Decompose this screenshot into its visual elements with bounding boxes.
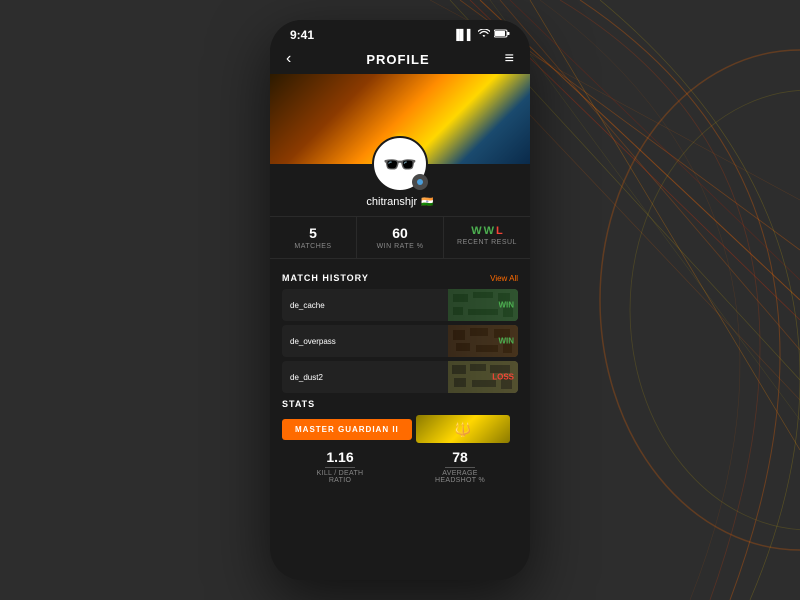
rank-row: MASTER GUARDIAN II 🔱: [282, 415, 518, 443]
result-w-2: W: [484, 225, 494, 237]
recent-results: W W L: [471, 225, 503, 237]
match-result-dust2: LOSS: [492, 373, 514, 382]
username-row: chitranshjr 🇮🇳: [366, 196, 433, 208]
hs-label: AVERAGEHEADSHOT %: [435, 470, 485, 484]
kd-label: KILL / DEATHRATIO: [317, 470, 364, 484]
match-item-cache[interactable]: de_cache WIN: [282, 289, 518, 321]
menu-button[interactable]: ≡: [505, 50, 514, 68]
username: chitranshjr: [366, 196, 417, 208]
match-thumb-dust2: LOSS: [448, 361, 518, 393]
recent-results-label: RECENT RESUL: [457, 239, 517, 246]
match-name-dust2: de_dust2: [282, 373, 448, 382]
result-l-1: L: [496, 225, 503, 237]
avatar-icon: 🕶️: [383, 148, 418, 181]
hs-stat: 78 AVERAGEHEADSHOT %: [402, 449, 518, 492]
avatar-section: 🕶️ chitranshjr 🇮🇳: [270, 136, 530, 216]
status-time: 9:41: [290, 28, 314, 42]
stats-section: STATS MASTER GUARDIAN II 🔱 1.16 KILL / D…: [282, 399, 518, 492]
matches-label: MATCHES: [294, 243, 331, 250]
page-title: PROFILE: [366, 52, 429, 67]
battery-icon: [494, 29, 510, 41]
avatar: 🕶️: [372, 136, 428, 192]
match-history-title: MATCH HISTORY: [282, 273, 369, 283]
match-result-cache: WIN: [498, 301, 514, 310]
kd-stat: 1.16 KILL / DEATHRATIO: [282, 449, 398, 492]
stats-row: 5 MATCHES 60 WIN RATE % W W L RECENT RES…: [270, 216, 530, 259]
matches-value: 5: [309, 225, 317, 241]
match-item-overpass[interactable]: de_overpass WIN: [282, 325, 518, 357]
stats-header: STATS: [282, 399, 518, 409]
winrate-label: WIN RATE %: [377, 243, 424, 250]
kd-divider: [325, 467, 355, 468]
hs-value: 78: [452, 449, 468, 465]
status-icons: ▐▌▌: [453, 29, 510, 42]
stats-title: STATS: [282, 399, 315, 409]
match-thumb-overpass: WIN: [448, 325, 518, 357]
match-name-cache: de_cache: [282, 301, 448, 310]
view-all-button[interactable]: View All: [490, 274, 518, 283]
wifi-icon: [478, 29, 490, 42]
match-result-overpass: WIN: [498, 337, 514, 346]
flag-icon: 🇮🇳: [421, 197, 433, 208]
result-w-1: W: [471, 225, 481, 237]
match-name-overpass: de_overpass: [282, 337, 448, 346]
status-bar: 9:41 ▐▌▌: [270, 20, 530, 46]
rank-badge: 🔱: [416, 415, 510, 443]
scrollable-content[interactable]: MATCH HISTORY View All de_cache WIN: [270, 267, 530, 580]
detailed-stats: 1.16 KILL / DEATHRATIO 78 AVERAGEHEADSHO…: [282, 449, 518, 492]
match-history-header: MATCH HISTORY View All: [282, 273, 518, 283]
match-item-dust2[interactable]: de_dust2 LOSS: [282, 361, 518, 393]
hs-divider: [445, 467, 475, 468]
phone-container: 9:41 ▐▌▌ ‹ PROFILE ≡ 🕶️ chitranshjr: [270, 20, 530, 580]
rank-button[interactable]: MASTER GUARDIAN II: [282, 419, 412, 440]
winrate-stat: 60 WIN RATE %: [357, 217, 444, 258]
nav-bar: ‹ PROFILE ≡: [270, 46, 530, 74]
back-button[interactable]: ‹: [286, 50, 291, 68]
match-thumb-cache: WIN: [448, 289, 518, 321]
svg-text:🔱: 🔱: [454, 421, 471, 438]
signal-icon: ▐▌▌: [453, 30, 474, 41]
winrate-value: 60: [392, 225, 408, 241]
steam-badge: [412, 174, 428, 190]
kd-value: 1.16: [326, 449, 353, 465]
matches-stat: 5 MATCHES: [270, 217, 357, 258]
recent-results-stat: W W L RECENT RESUL: [444, 217, 530, 258]
